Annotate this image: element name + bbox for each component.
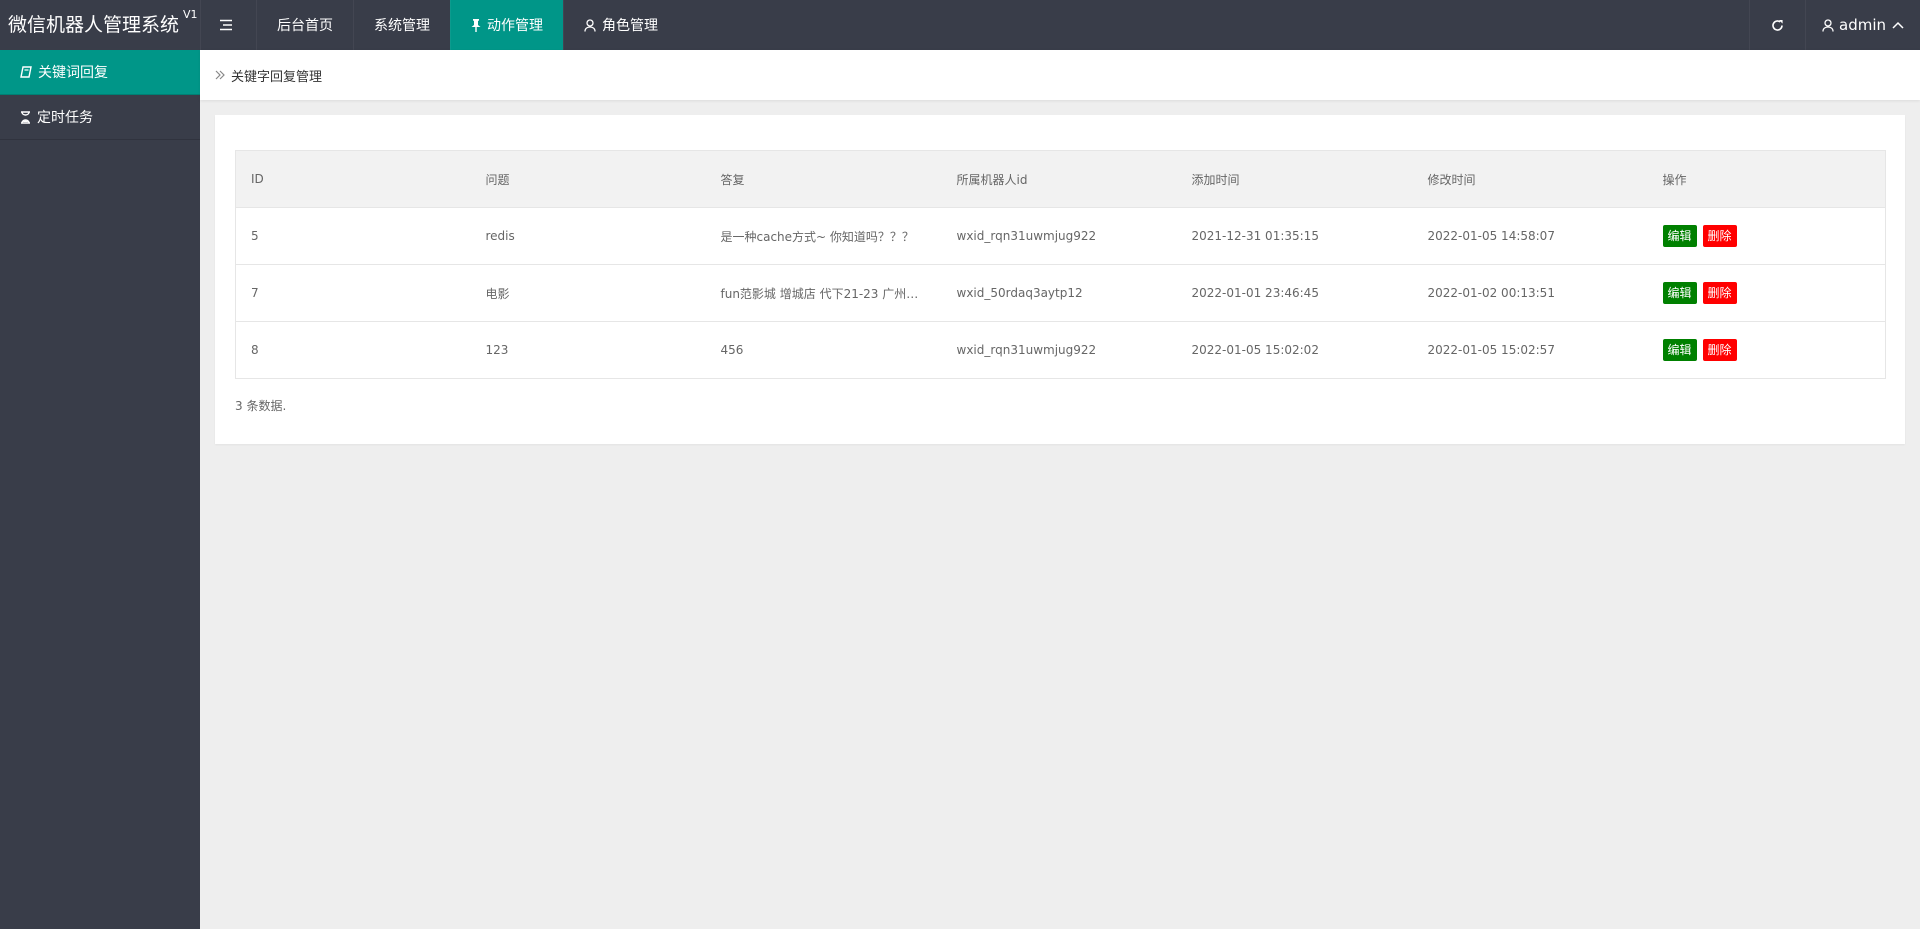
brand-version: V1 <box>183 8 198 21</box>
column-header: 修改时间 <box>1412 150 1648 208</box>
table-header-row: ID 问题 答复 所属机器人id 添加时间 修改时间 操作 <box>235 150 1886 208</box>
nav-item-actions[interactable]: 动作管理 <box>450 0 563 50</box>
sidebar-item-label: 关键词回复 <box>38 65 108 81</box>
cell-question: 123 <box>470 321 706 379</box>
nav-item-roles[interactable]: 角色管理 <box>563 0 678 50</box>
column-header: 操作 <box>1647 150 1886 208</box>
cell-question: 电影 <box>470 264 706 322</box>
menu-toggle-icon <box>219 19 233 31</box>
delete-button[interactable]: 删除 <box>1702 225 1737 247</box>
breadcrumb: 关键字回复管理 <box>200 50 1920 100</box>
sidebar-toggle-button[interactable] <box>200 0 256 50</box>
username: admin <box>1839 16 1886 34</box>
edit-button[interactable]: 编辑 <box>1662 225 1697 247</box>
user-icon <box>584 18 596 32</box>
cell-id: 8 <box>235 321 471 379</box>
column-header: 添加时间 <box>1176 150 1413 208</box>
delete-button[interactable]: 删除 <box>1702 339 1737 361</box>
cell-robot-id: wxid_rqn31uwmjug922 <box>941 321 1177 379</box>
cell-answer: 是一种cache方式~ 你知道吗？？？ <box>705 207 942 265</box>
delete-button[interactable]: 删除 <box>1702 282 1737 304</box>
book-icon <box>20 66 32 78</box>
refresh-icon <box>1771 19 1784 32</box>
cell-actions: 编辑 删除 <box>1647 207 1886 265</box>
cell-added-time: 2022-01-01 23:46:45 <box>1176 264 1413 322</box>
cell-id: 5 <box>235 207 471 265</box>
nav-item-system[interactable]: 系统管理 <box>353 0 450 50</box>
refresh-button[interactable] <box>1749 0 1805 50</box>
edit-button[interactable]: 编辑 <box>1662 339 1697 361</box>
cell-modified-time: 2022-01-02 00:13:51 <box>1412 264 1648 322</box>
cell-actions: 编辑 删除 <box>1647 321 1886 379</box>
table-row: 8 123 456 wxid_rqn31uwmjug922 2022-01-05… <box>235 321 1886 379</box>
user-icon <box>1822 18 1834 32</box>
column-header: 所属机器人id <box>941 150 1177 208</box>
cell-answer: 456 <box>705 321 942 379</box>
sidebar-item-label: 定时任务 <box>37 110 93 126</box>
cell-robot-id: wxid_rqn31uwmjug922 <box>941 207 1177 265</box>
header-right: admin <box>1749 0 1920 50</box>
pin-icon <box>471 18 481 32</box>
nav-item-label: 系统管理 <box>374 18 430 34</box>
brand: 微信机器人管理系统 V1 <box>0 0 200 50</box>
breadcrumb-label: 关键字回复管理 <box>231 69 323 85</box>
user-menu[interactable]: admin <box>1805 0 1920 50</box>
nav-item-label: 后台首页 <box>277 18 333 34</box>
keyword-reply-table: ID 问题 答复 所属机器人id 添加时间 修改时间 操作 5 redis 是一… <box>235 150 1886 379</box>
table-summary: 3 条数据. <box>235 399 287 413</box>
column-header: ID <box>235 150 471 208</box>
table-row: 7 电影 fun范影城 增城店 代下21-23 广州增... wxid_50rd… <box>235 264 1886 322</box>
column-header: 答复 <box>705 150 942 208</box>
cell-robot-id: wxid_50rdaq3aytp12 <box>941 264 1177 322</box>
hourglass-icon <box>20 110 31 124</box>
brand-title: 微信机器人管理系统 <box>8 14 180 36</box>
top-header: 微信机器人管理系统 V1 后台首页 系统管理 动作管理 角色管理 admin <box>0 0 1920 50</box>
chevron-up-icon <box>1892 21 1904 29</box>
nav-item-label: 角色管理 <box>602 18 658 34</box>
cell-added-time: 2022-01-05 15:02:02 <box>1176 321 1413 379</box>
nav-item-label: 动作管理 <box>487 18 543 34</box>
sidebar-item-keyword-reply[interactable]: 关键词回复 <box>0 50 200 95</box>
cell-modified-time: 2022-01-05 15:02:57 <box>1412 321 1648 379</box>
edit-button[interactable]: 编辑 <box>1662 282 1697 304</box>
nav-item-home[interactable]: 后台首页 <box>256 0 353 50</box>
app-root: 微信机器人管理系统 V1 后台首页 系统管理 动作管理 角色管理 admin 关… <box>0 0 1920 929</box>
cell-modified-time: 2022-01-05 14:58:07 <box>1412 207 1648 265</box>
sidebar: 关键词回复 定时任务 <box>0 50 200 929</box>
sidebar-item-scheduled-tasks[interactable]: 定时任务 <box>0 95 200 140</box>
content-card: ID 问题 答复 所属机器人id 添加时间 修改时间 操作 5 redis 是一… <box>215 115 1905 444</box>
table-row: 5 redis 是一种cache方式~ 你知道吗？？？ wxid_rqn31uw… <box>235 207 1886 265</box>
cell-question: redis <box>470 207 706 265</box>
top-nav: 后台首页 系统管理 动作管理 角色管理 <box>200 0 678 50</box>
column-header: 问题 <box>470 150 706 208</box>
cell-added-time: 2021-12-31 01:35:15 <box>1176 207 1413 265</box>
double-chevron-right-icon <box>215 70 225 80</box>
cell-answer: fun范影城 增城店 代下21-23 广州增... <box>705 264 942 322</box>
cell-actions: 编辑 删除 <box>1647 264 1886 322</box>
cell-id: 7 <box>235 264 471 322</box>
